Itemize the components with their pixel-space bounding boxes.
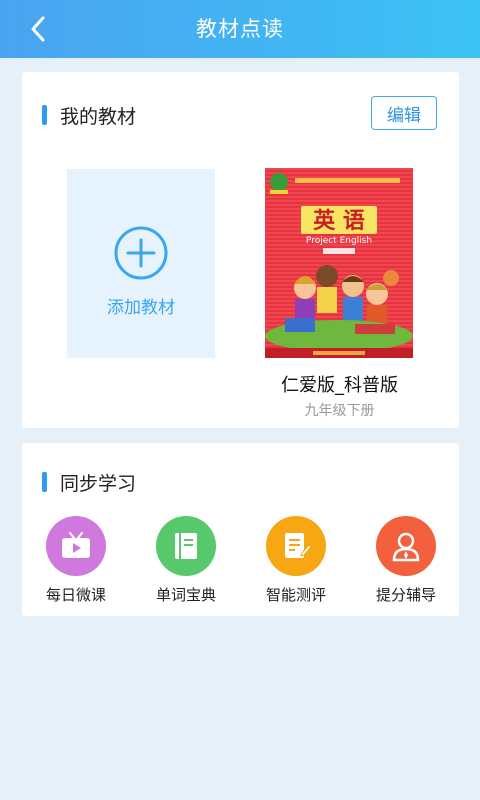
app-header: 教材点读 [0, 0, 480, 58]
word-dictionary-icon-bg [156, 516, 216, 576]
feature-label: 单词宝典 [155, 586, 216, 604]
add-textbook-label: 添加教材 [107, 298, 175, 318]
section-title-sync-study: 同步学习 [60, 473, 137, 495]
feature-label: 每日微课 [45, 586, 106, 604]
daily-lesson-icon-bg [46, 516, 106, 576]
edit-button[interactable]: 编辑 [371, 96, 437, 130]
cover-title: 英 语 [313, 209, 365, 234]
book-icon [175, 533, 197, 559]
feature-smart-test[interactable]: 智能测评 [251, 516, 341, 608]
video-icon [62, 532, 90, 558]
feature-word-dictionary[interactable]: 单词宝典 [141, 516, 231, 608]
section-marker [42, 472, 47, 492]
add-textbook-button[interactable]: 添加教材 [67, 169, 215, 358]
smart-test-icon-bg [266, 516, 326, 576]
textbook-grade: 九年级下册 [304, 403, 375, 419]
feature-score-tutoring[interactable]: 提分辅导 [361, 516, 451, 608]
page-title: 教材点读 [196, 17, 284, 41]
textbook-cover-art: 英 语 Project English [265, 168, 413, 358]
textbook-name: 仁爱版_科普版 [281, 375, 398, 396]
score-tutoring-icon-bg [376, 516, 436, 576]
textbook-cover[interactable]: 英 语 Project English [265, 168, 413, 358]
plus-circle-icon [114, 226, 168, 280]
tutor-icon [392, 532, 420, 562]
test-edit-icon [285, 533, 311, 558]
sync-study-card: 同步学习 每日微课 单词宝典 智能测评 提分辅导 [22, 443, 459, 616]
feature-daily-lesson[interactable]: 每日微课 [31, 516, 121, 608]
section-title-my-textbooks: 我的教材 [60, 106, 137, 128]
my-textbooks-card: 我的教材 编辑 添加教材 英 语 Project English 仁爱版_科普版… [22, 72, 459, 428]
cover-subtitle: Project English [306, 236, 372, 246]
section-marker [42, 105, 47, 125]
feature-label: 提分辅导 [375, 586, 436, 604]
feature-label: 智能测评 [265, 586, 326, 604]
